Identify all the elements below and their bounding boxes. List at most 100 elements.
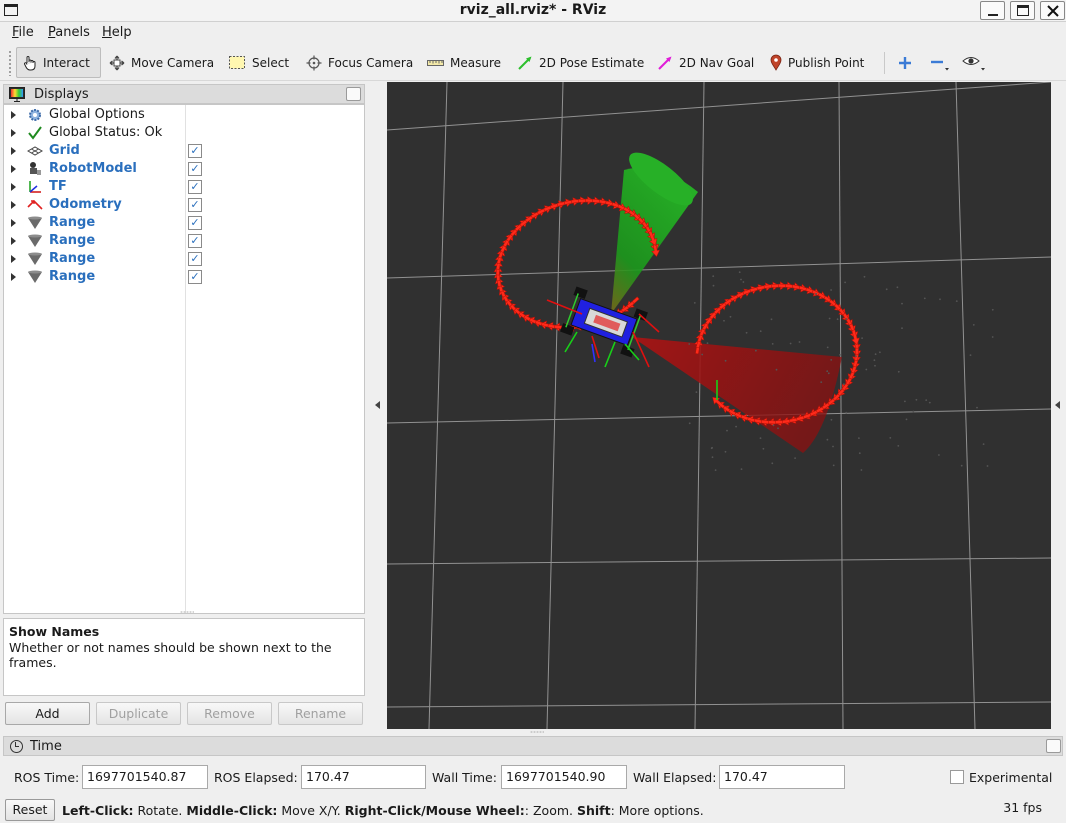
expand-arrow-icon[interactable] bbox=[11, 219, 16, 227]
minimize-icon bbox=[988, 14, 998, 16]
expand-arrow-icon[interactable] bbox=[11, 273, 16, 281]
expand-arrow-icon[interactable] bbox=[11, 129, 16, 137]
display-enabled-checkbox[interactable]: ✓ bbox=[188, 162, 202, 176]
scatter-point bbox=[820, 381, 823, 383]
duplicate-display-button[interactable]: Duplicate bbox=[96, 702, 181, 725]
collapse-left-panel-handle[interactable] bbox=[375, 401, 380, 409]
remove-display-button[interactable]: Remove bbox=[187, 702, 272, 725]
display-enabled-checkbox[interactable]: ✓ bbox=[188, 180, 202, 194]
wall-time-field[interactable]: 1697701540.90 bbox=[501, 765, 627, 789]
scatter-point bbox=[845, 411, 848, 414]
scatter-point bbox=[832, 464, 835, 467]
expand-arrow-icon[interactable] bbox=[11, 165, 16, 173]
display-enabled-checkbox[interactable]: ✓ bbox=[188, 216, 202, 230]
display-item-global-status-ok[interactable]: Global Status: Ok bbox=[4, 124, 364, 142]
display-item-tf[interactable]: TF ✓ bbox=[4, 178, 364, 196]
ruler-icon bbox=[427, 59, 444, 66]
focus-camera-icon bbox=[306, 55, 322, 70]
add-display-button[interactable]: Add bbox=[5, 702, 90, 725]
map-pin-icon bbox=[770, 54, 782, 71]
expand-arrow-icon[interactable] bbox=[11, 111, 16, 119]
expand-right-panel-handle[interactable] bbox=[1055, 401, 1060, 409]
pose-estimate-label: 2D Pose Estimate bbox=[539, 55, 645, 70]
display-item-label: Range bbox=[49, 233, 96, 248]
scene-3d[interactable] bbox=[387, 82, 1051, 729]
scatter-point bbox=[925, 399, 928, 401]
display-enabled-checkbox[interactable]: ✓ bbox=[188, 144, 202, 158]
nav-goal-tool[interactable]: 2D Nav Goal bbox=[651, 47, 760, 78]
display-item-range[interactable]: Range ✓ bbox=[4, 214, 364, 232]
close-button[interactable] bbox=[1040, 1, 1065, 20]
display-item-range[interactable]: Range ✓ bbox=[4, 268, 364, 286]
display-enabled-checkbox[interactable]: ✓ bbox=[188, 252, 202, 266]
display-enabled-checkbox[interactable]: ✓ bbox=[188, 234, 202, 248]
move-camera-tool[interactable]: Move Camera bbox=[103, 47, 220, 78]
hint-right-text: : Zoom. bbox=[524, 803, 577, 818]
render-viewport[interactable] bbox=[387, 82, 1051, 729]
expand-arrow-icon[interactable] bbox=[11, 237, 16, 245]
toolbar-grip[interactable] bbox=[8, 50, 12, 76]
display-item-odometry[interactable]: Odometry ✓ bbox=[4, 196, 364, 214]
time-panel-title: Time bbox=[30, 739, 62, 754]
scatter-point bbox=[711, 456, 714, 459]
scatter-point bbox=[896, 286, 899, 289]
scatter-point bbox=[855, 355, 857, 358]
select-tool[interactable]: Select bbox=[222, 47, 295, 78]
displays-tree: Global Options Global Status: Ok Grid ✓ Robo… bbox=[3, 104, 365, 614]
display-item-grid[interactable]: Grid ✓ bbox=[4, 142, 364, 160]
display-item-range[interactable]: Range ✓ bbox=[4, 250, 364, 268]
menu-panels[interactable]: Panels bbox=[48, 25, 90, 40]
expand-arrow-icon[interactable] bbox=[11, 147, 16, 155]
title-bar: rviz_all.rviz* - RViz bbox=[0, 0, 1066, 22]
publish-point-tool[interactable]: Publish Point bbox=[764, 47, 870, 78]
measure-tool[interactable]: Measure bbox=[421, 47, 507, 78]
displays-panel-title: Displays bbox=[34, 87, 89, 102]
ros-elapsed-field[interactable]: 170.47 bbox=[301, 765, 426, 789]
interact-tool[interactable]: Interact bbox=[16, 47, 101, 78]
pose-estimate-tool[interactable]: 2D Pose Estimate bbox=[511, 47, 650, 78]
display-enabled-checkbox[interactable]: ✓ bbox=[188, 198, 202, 212]
scatter-point bbox=[897, 445, 900, 447]
display-item-range[interactable]: Range ✓ bbox=[4, 232, 364, 250]
remove-tool-button[interactable] bbox=[924, 47, 956, 78]
menu-help[interactable]: Help bbox=[102, 25, 132, 40]
display-item-label: Range bbox=[49, 215, 96, 230]
cone-icon bbox=[27, 251, 43, 267]
displays-splitter-handle[interactable] bbox=[180, 611, 194, 613]
maximize-button[interactable] bbox=[1010, 1, 1035, 20]
fps-counter: 31 fps bbox=[1003, 800, 1042, 815]
display-item-robotmodel[interactable]: RobotModel ✓ bbox=[4, 160, 364, 178]
scatter-point bbox=[982, 443, 985, 445]
rename-display-button[interactable]: Rename bbox=[278, 702, 363, 725]
scatter-point bbox=[836, 318, 839, 321]
expand-arrow-icon[interactable] bbox=[11, 255, 16, 263]
scatter-point bbox=[830, 289, 832, 291]
wall-elapsed-field[interactable]: 170.47 bbox=[719, 765, 845, 789]
display-item-global-options[interactable]: Global Options bbox=[4, 106, 364, 124]
focus-camera-tool[interactable]: Focus Camera bbox=[300, 47, 419, 78]
expand-arrow-icon[interactable] bbox=[11, 201, 16, 209]
select-icon bbox=[229, 56, 245, 69]
panel-visibility-button[interactable] bbox=[956, 47, 992, 78]
viewport-splitter-handle[interactable] bbox=[530, 731, 544, 733]
hand-pointer-icon bbox=[24, 55, 36, 70]
display-item-label: TF bbox=[49, 179, 67, 194]
scatter-point bbox=[777, 427, 779, 430]
monitor-icon bbox=[9, 87, 25, 102]
display-item-label: Global Options bbox=[49, 107, 145, 122]
tool-bar: Interact Move Camera Select Focus Camera… bbox=[0, 44, 1066, 81]
minimize-button[interactable] bbox=[980, 1, 1005, 20]
expand-arrow-icon[interactable] bbox=[11, 183, 16, 191]
scatter-point bbox=[789, 342, 792, 345]
reset-button[interactable]: Reset bbox=[5, 799, 55, 821]
display-enabled-checkbox[interactable]: ✓ bbox=[188, 270, 202, 284]
time-float-button[interactable] bbox=[1046, 739, 1061, 753]
experimental-checkbox[interactable] bbox=[950, 770, 964, 784]
menu-file[interactable]: File bbox=[12, 25, 34, 40]
displays-float-button[interactable] bbox=[346, 87, 361, 101]
scatter-point bbox=[723, 319, 725, 322]
ros-time-field[interactable]: 1697701540.87 bbox=[82, 765, 208, 789]
add-tool-button[interactable] bbox=[892, 47, 918, 78]
scatter-point bbox=[874, 364, 876, 367]
status-bar: Reset Left-Click: Rotate. Middle-Click: … bbox=[0, 797, 1066, 823]
